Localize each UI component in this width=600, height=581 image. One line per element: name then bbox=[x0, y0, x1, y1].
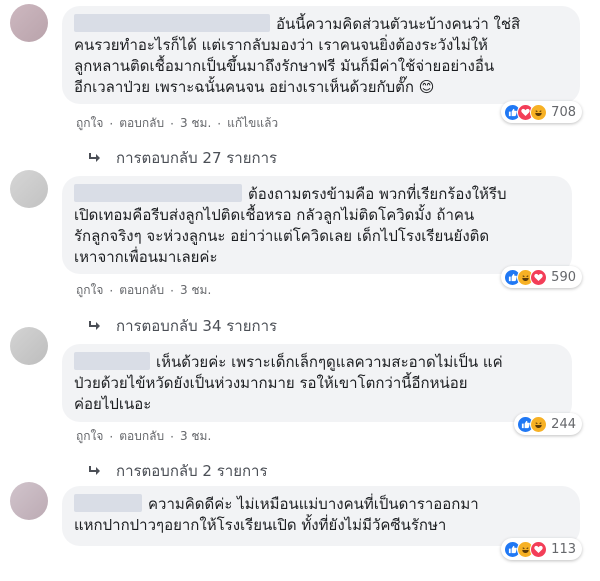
replies-count-label: การตอบกลับ 34 รายการ bbox=[116, 317, 278, 335]
comment-text-line: อันนี้ความคิดส่วนตัวนะบ้างคนว่า ใช่สิ bbox=[276, 15, 521, 33]
comment-text-line: รักลูกจริงๆ จะห่วงลูกนะ อย่าว่าแต่โควิดเ… bbox=[74, 227, 490, 245]
reaction-count: 708 bbox=[551, 104, 576, 120]
comment-text-line: เห็นด้วยค่ะ เพราะเด็กเล็กๆดูแลความสะอาดไ… bbox=[156, 353, 503, 371]
comment-text-line: ต้องถามตรงข้ามคือ พวกที่เรียกร้องให้รีบ bbox=[248, 185, 507, 203]
reaction-summary[interactable]: 113 bbox=[501, 538, 582, 560]
view-replies-link[interactable]: การตอบกลับ 27 รายการ bbox=[88, 146, 277, 170]
reply-link[interactable]: ตอบกลับ bbox=[119, 281, 164, 300]
timestamp[interactable]: 3 ชม. bbox=[180, 114, 211, 133]
like-link[interactable]: ถูกใจ bbox=[76, 114, 103, 133]
like-link[interactable]: ถูกใจ bbox=[76, 281, 103, 300]
comment-actions: ถูกใจ · ตอบกลับ · 3 ชม. bbox=[76, 427, 211, 446]
timestamp[interactable]: 3 ชม. bbox=[180, 427, 211, 446]
reply-link[interactable]: ตอบกลับ bbox=[119, 114, 164, 133]
reaction-summary[interactable]: 590 bbox=[501, 266, 582, 288]
comment-text-line: ค่อยไปเนอะ bbox=[74, 395, 152, 413]
reply-link[interactable]: ตอบกลับ bbox=[119, 427, 164, 446]
avatar[interactable] bbox=[10, 4, 48, 42]
comment-text-line: ลูกหลานติดเชื้อมากเป็นขึ้นมาถึงรักษาฟรี … bbox=[74, 57, 495, 75]
comment-bubble: เห็นด้วยค่ะ เพราะเด็กเล็กๆดูแลความสะอาดไ… bbox=[62, 344, 572, 422]
reaction-summary[interactable]: 708 bbox=[501, 101, 582, 123]
comment-bubble: อันนี้ความคิดส่วนตัวนะบ้างคนว่า ใช่สิ คน… bbox=[62, 6, 580, 104]
avatar[interactable] bbox=[10, 482, 48, 520]
comment-bubble: ความคิดดีค่ะ ไม่เหมือนแม่บางคนที่เป็นดาร… bbox=[62, 486, 580, 546]
comment-text-line: เปิดเทอมคือรีบส่งลูกไปติดเชื้อหรอ กลัวลู… bbox=[74, 206, 475, 224]
reaction-count: 244 bbox=[551, 416, 576, 432]
reply-arrow-icon bbox=[89, 153, 100, 162]
reaction-count: 590 bbox=[551, 269, 576, 285]
timestamp[interactable]: 3 ชม. bbox=[180, 281, 211, 300]
replies-count-label: การตอบกลับ 27 รายการ bbox=[116, 149, 278, 167]
comment-text-line: อีกเวลาป่วย เพราะฉนั้นคนจน อย่างเราเห็นด… bbox=[74, 78, 435, 96]
haha-icon bbox=[530, 415, 548, 433]
reply-arrow-icon bbox=[89, 321, 100, 330]
comment-actions: ถูกใจ · ตอบกลับ · 3 ชม. · แก้ไขแล้ว bbox=[76, 114, 278, 133]
reply-arrow-icon bbox=[89, 466, 100, 475]
comment-text-line: คนรวยทำอะไรก็ได้ แต่เรากลับมองว่า เราคนจ… bbox=[74, 36, 488, 54]
redacted-name[interactable] bbox=[74, 352, 150, 370]
comment-text-line: ความคิดดีค่ะ ไม่เหมือนแม่บางคนที่เป็นดาร… bbox=[148, 495, 479, 513]
avatar[interactable] bbox=[10, 170, 48, 208]
redacted-name[interactable] bbox=[74, 494, 142, 512]
comment-text-line: แหกปากปาวๆอยากให้โรงเรียนเปิด ทั้งที่ยัง… bbox=[74, 516, 447, 534]
avatar[interactable] bbox=[10, 327, 48, 365]
view-replies-link[interactable]: การตอบกลับ 2 รายการ bbox=[88, 459, 268, 483]
love-icon bbox=[530, 540, 548, 558]
redacted-name[interactable] bbox=[74, 184, 242, 202]
view-replies-link[interactable]: การตอบกลับ 34 รายการ bbox=[88, 314, 277, 338]
redacted-name[interactable] bbox=[74, 14, 270, 32]
haha-icon bbox=[530, 103, 548, 121]
comment-bubble: ต้องถามตรงข้ามคือ พวกที่เรียกร้องให้รีบ … bbox=[62, 176, 572, 274]
love-icon bbox=[530, 268, 548, 286]
reaction-summary[interactable]: 244 bbox=[514, 413, 582, 435]
edited-label[interactable]: แก้ไขแล้ว bbox=[227, 114, 278, 133]
comment-text-line: เหาจากเพื่อนมาเลยค่ะ bbox=[74, 248, 218, 266]
reaction-count: 113 bbox=[551, 541, 576, 557]
like-link[interactable]: ถูกใจ bbox=[76, 427, 103, 446]
comment-text-line: ป่วยด้วยไข้หวัดยังเป็นห่วงมากมาย รอให้เข… bbox=[74, 374, 468, 392]
comment-actions: ถูกใจ · ตอบกลับ · 3 ชม. bbox=[76, 281, 211, 300]
replies-count-label: การตอบกลับ 2 รายการ bbox=[116, 462, 268, 480]
